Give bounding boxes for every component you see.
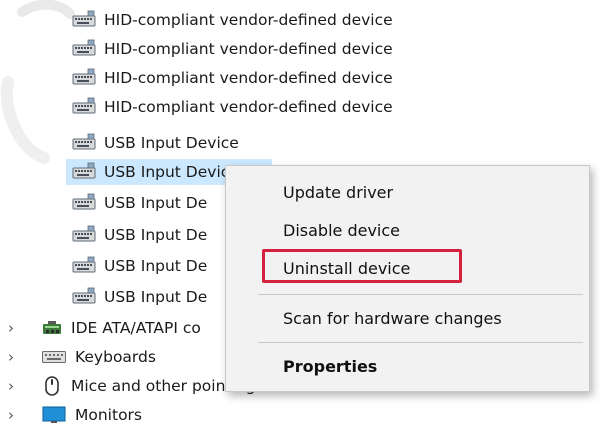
hid-device-icon	[72, 162, 96, 179]
tree-item-label: HID-compliant vendor-defined device	[104, 98, 393, 116]
tree-item-label: HID-compliant vendor-defined device	[104, 69, 393, 87]
hid-device-icon	[72, 10, 96, 27]
hid-device-icon	[72, 193, 96, 210]
tree-item-device[interactable]: USB Input Device	[72, 130, 239, 156]
tree-category-monitors[interactable]: › Monitors	[0, 402, 606, 428]
menu-separator	[258, 294, 583, 295]
context-menu: Update driver Disable device Uninstall d…	[225, 165, 590, 392]
chevron-right-icon[interactable]: ›	[4, 344, 18, 370]
mouse-icon	[45, 376, 59, 396]
tree-item-label: USB Input De	[104, 257, 208, 275]
hid-device-icon	[72, 225, 96, 242]
tree-item-label: USB Input De	[104, 226, 208, 244]
chevron-right-icon[interactable]: ›	[4, 402, 18, 428]
tree-item-device[interactable]: HID-compliant vendor-defined device	[72, 7, 393, 33]
tree-item-label: USB Input Device	[104, 163, 239, 181]
menu-item-update-driver[interactable]: Update driver	[283, 177, 393, 207]
tree-item-device[interactable]: HID-compliant vendor-defined device	[72, 65, 393, 91]
hid-device-icon	[72, 287, 96, 304]
tree-item-label: USB Input De	[104, 288, 208, 306]
tree-item-label: HID-compliant vendor-defined device	[104, 11, 393, 29]
hid-device-icon	[72, 97, 96, 114]
tree-item-device[interactable]: USB Input De	[72, 222, 207, 248]
tree-item-device[interactable]: HID-compliant vendor-defined device	[72, 94, 393, 120]
tree-item-label: USB Input De	[104, 194, 208, 212]
hid-device-icon	[72, 68, 96, 85]
hid-device-icon	[72, 133, 96, 150]
chevron-right-icon[interactable]: ›	[4, 373, 18, 399]
tree-item-device[interactable]: USB Input De	[72, 284, 207, 310]
menu-item-disable-device[interactable]: Disable device	[283, 215, 400, 245]
tree-category-label: Monitors	[75, 406, 142, 424]
highlight-box	[262, 249, 462, 283]
chevron-right-icon[interactable]: ›	[4, 315, 18, 341]
hid-device-icon	[72, 256, 96, 273]
tree-item-device[interactable]: HID-compliant vendor-defined device	[72, 36, 393, 62]
ide-controller-icon	[43, 321, 61, 334]
menu-item-properties[interactable]: Properties	[283, 351, 377, 381]
keyboard-icon	[42, 351, 66, 363]
tree-item-device[interactable]: USB Input De	[72, 253, 207, 279]
tree-item-device[interactable]: USB Input De	[72, 190, 207, 216]
tree-item-label: HID-compliant vendor-defined device	[104, 40, 393, 58]
menu-separator	[258, 342, 583, 343]
tree-item-label: USB Input Device	[104, 134, 239, 152]
tree-category-label: IDE ATA/ATAPI co	[71, 319, 201, 337]
tree-category-label: Keyboards	[75, 348, 156, 366]
menu-item-scan-hardware[interactable]: Scan for hardware changes	[283, 303, 502, 333]
hid-device-icon	[72, 39, 96, 56]
monitor-icon	[42, 406, 66, 423]
